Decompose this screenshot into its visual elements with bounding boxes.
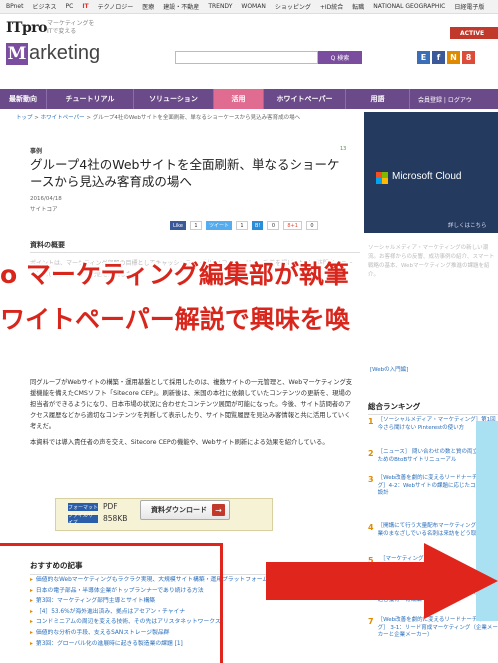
email-icon[interactable]: E [417, 51, 430, 64]
search-input[interactable] [175, 51, 318, 64]
marketing-logo-text: arketing [29, 42, 101, 64]
network-link[interactable]: 建設・不動産 [163, 2, 199, 11]
share-count: 0 [267, 221, 280, 230]
recommended-item[interactable]: ▸ 価値的な分析の手段、支えるSANストレージ製品群 [30, 628, 360, 639]
breadcrumb: トップ > ホワイトペーパー > グループ4社のWebサイトを全面刷新、単なるシ… [16, 114, 346, 122]
itpro-logo[interactable]: ITpro [6, 20, 47, 36]
network-link[interactable]: WOMAN [241, 3, 265, 10]
nav-glossary[interactable]: 用語 [346, 89, 410, 109]
article-paragraph: 同グループがWebサイトの構築・運用基盤として採用したのは、複数サイトの一元管理… [30, 379, 353, 430]
bullet-icon: ▸ [30, 640, 33, 647]
ranking-number: 3 [368, 475, 374, 484]
marketing-logo[interactable]: M arketing [6, 42, 100, 65]
recommended-item-text: ［4］53.6%が海外進出済み、拠点はアセアン・チャイナ [35, 608, 186, 615]
size-value: 858KB [103, 514, 128, 523]
overlay-text-line1: o マーケティング編集部が執筆 [0, 260, 349, 289]
recommended-item-text: 日本の電子部品・半導体企業がトップランナーであり続ける方法 [35, 587, 204, 594]
ranking-number: 2 [368, 449, 374, 458]
ad-more-link[interactable]: 詳しくはこちら [448, 221, 487, 229]
network-link[interactable]: 転職 [352, 2, 364, 11]
sidebar-link[interactable]: [Webの入門編] [370, 366, 498, 374]
network-link[interactable]: ショッピング [275, 2, 311, 11]
nav-usage[interactable]: 活用 [214, 89, 264, 109]
recommended-item-text: コンドミニアムの周辺を変える技術、その先はアリスタネットワークス [35, 619, 221, 626]
facebook-icon[interactable]: f [432, 51, 445, 64]
recommended-item-text: 価値的な分析の手段、支えるSANストレージ製品群 [35, 629, 170, 636]
share-count: 1 [189, 221, 202, 230]
breadcrumb-sep: > [84, 115, 93, 121]
network-link[interactable]: TRENDY [208, 3, 232, 10]
microsoft-logo-icon [376, 172, 388, 184]
breadcrumb-home[interactable]: トップ [16, 115, 33, 121]
bullet-icon: ▸ [30, 587, 33, 594]
article-category: 事例 [30, 148, 43, 155]
network-link[interactable]: +ID統合 [320, 2, 343, 11]
recommended-item-text: 価値的なWebマーケティングもラクラク実現、大規模サイト構築・運用プラットフォー… [35, 577, 269, 583]
nav-latest[interactable]: 最新動向 [0, 89, 47, 109]
bullet-icon: ▸ [30, 577, 33, 583]
annotation-frame-side [220, 543, 223, 663]
nav-tutorial[interactable]: チュートリアル [47, 89, 134, 109]
size-label: ファイルサイズ [68, 513, 98, 526]
network-link[interactable]: PC [66, 3, 74, 10]
article-paragraph: 本資料では導入責任者の声を交え、Sitecore CEPの機能や、Webサイト刷… [30, 439, 329, 446]
network-bar: BPnet ビジネス PC IT テクノロジー 医療 建設・不動産 TRENDY WOMAN ショ… [0, 0, 498, 14]
article-date: 2016/04/18 [30, 196, 62, 202]
nav-solution[interactable]: ソリューション [134, 89, 214, 109]
network-link[interactable]: IT [82, 3, 88, 10]
network-link[interactable]: BPnet [6, 3, 23, 10]
breadcrumb-current: グループ4社のWebサイトを全面刷新、単なるショーケースから見込み客育成の場へ [92, 115, 301, 121]
hatena-bookmark-button[interactable]: B! [251, 221, 264, 230]
bullet-icon: ▸ [30, 608, 33, 615]
login-link[interactable]: 会員登録 | ログアウ [410, 89, 472, 109]
network-link[interactable]: NATIONAL GEOGRAPHIC [373, 3, 445, 10]
new-mark: 13 [340, 146, 347, 152]
article-author[interactable]: サイトコア [30, 205, 58, 213]
recommended-item-text: 第3回：マーケティング部門主導とサイト構築 [35, 598, 156, 605]
marketing-logo-m: M [6, 42, 28, 65]
tagline: マーケティングを ITで変える [47, 20, 95, 36]
tweet-button[interactable]: ツイート [205, 221, 232, 230]
google-plus-icon[interactable]: 8 [462, 51, 475, 64]
ad-brand: Microsoft Cloud [392, 171, 462, 182]
breadcrumb-section[interactable]: ホワイトペーパー [41, 115, 85, 121]
network-link[interactable]: テクノロジー [98, 2, 134, 11]
bullet-icon: ▸ [30, 598, 33, 605]
rss-icon[interactable]: N [447, 51, 460, 64]
ranking-number: 7 [368, 617, 374, 626]
recommended-item[interactable]: ▸ 第3回：グローバル化の進展時に起きる製造業の課題 [1] [30, 639, 360, 650]
main-nav: 最新動向 チュートリアル ソリューション 活用 ホワイトペーパー 用語 会員登録… [0, 89, 498, 109]
nav-whitepaper[interactable]: ホワイトペーパー [264, 89, 346, 109]
share-count: 1 [235, 221, 248, 230]
network-link[interactable]: 医療 [142, 2, 154, 11]
breadcrumb-sep: > [32, 115, 41, 121]
format-value: PDF [103, 502, 118, 511]
ranking-heading: 総合ランキング [368, 401, 498, 415]
tagline-line2: ITで変える [47, 28, 77, 35]
search-button[interactable]: Q 検索 [318, 51, 362, 64]
annotation-frame-top [0, 543, 222, 546]
ranking-number: 4 [368, 523, 374, 532]
google-plus-one-button[interactable]: 8+1 [283, 221, 302, 230]
overlay-text-line2: ワイトペーパー解説で興味を喚 [0, 305, 350, 334]
recommended-item-text: 第3回：グローバル化の進展時に起きる製造業の課題 [1] [35, 640, 183, 647]
network-link[interactable]: ビジネス [32, 2, 56, 11]
network-link[interactable]: 日経電子版 [454, 2, 484, 11]
bullet-icon: ▸ [30, 619, 33, 626]
summary-heading: 資料の概要 [30, 240, 360, 253]
ranking-number: 1 [368, 417, 374, 426]
tagline-line1: マーケティングを [47, 20, 95, 27]
article-title: グループ4社のWebサイトを全面刷新、単なるショーケースから見込み客育成の場へ [30, 157, 340, 189]
arrow-right-icon: → [212, 504, 225, 516]
facebook-like-button[interactable]: Like [170, 221, 186, 230]
share-count: 0 [305, 221, 318, 230]
red-arrow-icon [266, 543, 498, 619]
format-label: フォーマット [68, 503, 99, 511]
bullet-icon: ▸ [30, 629, 33, 636]
partner-logo[interactable]: ACTIVE [450, 27, 498, 39]
share-row: Like 1 ツイート 1 B! 0 8+1 0 [170, 221, 318, 230]
